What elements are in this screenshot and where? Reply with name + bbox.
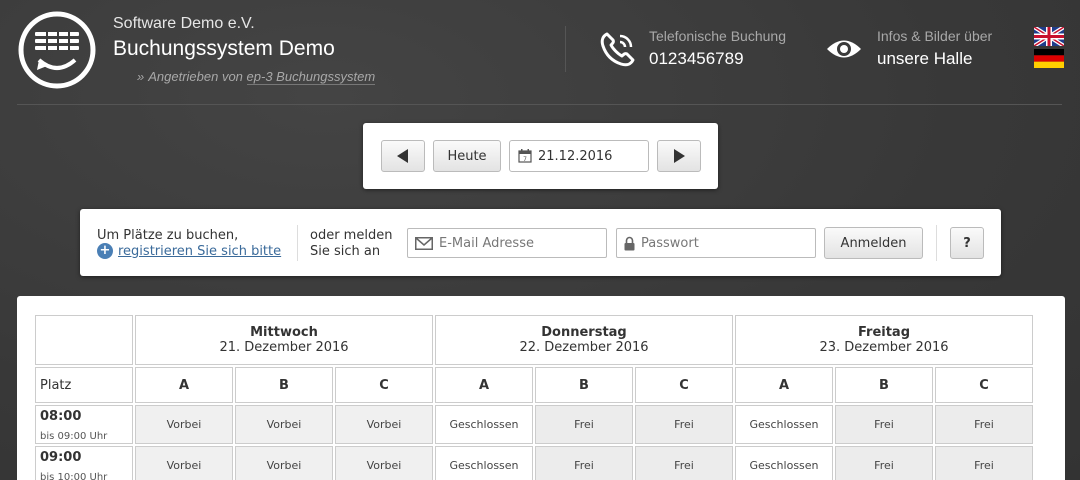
court-header: B bbox=[535, 367, 633, 403]
flag-en-icon[interactable] bbox=[1034, 27, 1064, 46]
info-value[interactable]: unsere Halle bbox=[877, 49, 972, 69]
date-field[interactable]: 7 21.12.2016 bbox=[509, 140, 649, 172]
day-name: Mittwoch bbox=[250, 325, 318, 340]
court-header: C bbox=[335, 367, 433, 403]
court-header: A bbox=[135, 367, 233, 403]
slot-cell: Vorbei bbox=[135, 405, 233, 444]
powered-by-link[interactable]: ep-3 Buchungssystem bbox=[246, 69, 376, 85]
phone-icon bbox=[600, 32, 635, 67]
slot-cell: Vorbei bbox=[235, 405, 333, 444]
login-divider-2 bbox=[936, 225, 937, 261]
day-header: Mittwoch 21. Dezember 2016 bbox=[135, 315, 433, 365]
slot-cell: Vorbei bbox=[335, 446, 433, 480]
slot-cell: Vorbei bbox=[335, 405, 433, 444]
org-name: Software Demo e.V. bbox=[113, 15, 255, 32]
booking-calendar: Mittwoch 21. Dezember 2016 Donnerstag 22… bbox=[33, 313, 1035, 480]
slot-cell[interactable]: Frei bbox=[535, 446, 633, 480]
lock-icon bbox=[624, 236, 635, 250]
triangle-left-icon bbox=[397, 149, 408, 163]
header-separator bbox=[17, 104, 1062, 105]
slot-cell: Geschlossen bbox=[735, 405, 833, 444]
time-cell: 08:00 bis 09:00 Uhr bbox=[35, 405, 133, 444]
phone-label: Telefonische Buchung bbox=[649, 28, 786, 44]
time-start: 09:00 bbox=[40, 450, 82, 465]
app-title: Buchungssystem Demo bbox=[113, 37, 335, 60]
slot-cell[interactable]: Frei bbox=[835, 446, 933, 480]
email-placeholder: E-Mail Adresse bbox=[439, 235, 534, 251]
court-header: A bbox=[435, 367, 533, 403]
password-placeholder: Passwort bbox=[641, 235, 699, 251]
today-button[interactable]: Heute bbox=[433, 140, 501, 172]
eye-icon[interactable] bbox=[825, 34, 863, 64]
time-end: bis 09:00 Uhr bbox=[40, 431, 108, 442]
logo-icon[interactable] bbox=[17, 10, 97, 90]
powered-by: » Angetrieben von ep-3 Buchungssystem bbox=[137, 69, 376, 85]
time-start: 08:00 bbox=[40, 409, 82, 424]
triangle-right-icon bbox=[674, 149, 685, 163]
time-end: bis 10:00 Uhr bbox=[40, 472, 108, 480]
register-link-label: registrieren Sie sich bitte bbox=[118, 243, 282, 259]
login-alt-text: oder melden Sie sich an bbox=[310, 228, 392, 260]
phone-number[interactable]: 0123456789 bbox=[649, 49, 744, 69]
table-row: 09:00 bis 10:00 Uhr Vorbei Vorbei Vorbei… bbox=[35, 446, 1033, 480]
login-alt-text-line2: Sie sich an bbox=[310, 244, 381, 259]
help-button[interactable]: ? bbox=[950, 227, 984, 259]
header-divider bbox=[565, 26, 566, 72]
day-date: 21. Dezember 2016 bbox=[219, 340, 349, 355]
slot-cell: Geschlossen bbox=[435, 446, 533, 480]
slot-cell: Vorbei bbox=[135, 446, 233, 480]
login-panel: Um Plätze zu buchen, + registrieren Sie … bbox=[80, 209, 1001, 276]
slot-cell: Vorbei bbox=[235, 446, 333, 480]
table-row: 08:00 bis 09:00 Uhr Vorbei Vorbei Vorbei… bbox=[35, 405, 1033, 444]
powered-prefix: » bbox=[137, 69, 145, 84]
day-name: Freitag bbox=[857, 325, 911, 340]
login-divider bbox=[297, 225, 298, 261]
svg-text:7: 7 bbox=[523, 156, 527, 163]
login-button[interactable]: Anmelden bbox=[824, 227, 923, 259]
previous-day-button[interactable] bbox=[381, 140, 425, 172]
court-header: A bbox=[735, 367, 833, 403]
email-field[interactable]: E-Mail Adresse bbox=[407, 228, 607, 258]
time-cell: 09:00 bis 10:00 Uhr bbox=[35, 446, 133, 480]
slot-cell[interactable]: Frei bbox=[935, 405, 1033, 444]
slot-cell[interactable]: Frei bbox=[635, 446, 733, 480]
day-header: Freitag 23. Dezember 2016 bbox=[735, 315, 1033, 365]
slot-cell[interactable]: Frei bbox=[535, 405, 633, 444]
court-header: B bbox=[835, 367, 933, 403]
password-field[interactable]: Passwort bbox=[616, 228, 816, 258]
day-name: Donnerstag bbox=[541, 325, 627, 340]
envelope-icon bbox=[415, 236, 433, 250]
day-date: 23. Dezember 2016 bbox=[819, 340, 949, 355]
flag-de-icon[interactable] bbox=[1034, 49, 1064, 68]
powered-text: Angetrieben von bbox=[148, 69, 243, 84]
platz-label: Platz bbox=[35, 367, 133, 403]
slot-cell[interactable]: Frei bbox=[835, 405, 933, 444]
next-day-button[interactable] bbox=[657, 140, 701, 172]
slot-cell[interactable]: Frei bbox=[935, 446, 1033, 480]
calendar-icon: 7 bbox=[518, 149, 532, 163]
corner-cell bbox=[35, 315, 133, 365]
slot-cell[interactable]: Frei bbox=[635, 405, 733, 444]
day-header: Donnerstag 22. Dezember 2016 bbox=[435, 315, 733, 365]
court-header: C bbox=[935, 367, 1033, 403]
plus-circle-icon: + bbox=[97, 243, 113, 259]
court-header: B bbox=[235, 367, 333, 403]
login-intro-text: Um Plätze zu buchen, bbox=[97, 228, 239, 243]
date-value: 21.12.2016 bbox=[538, 148, 613, 164]
register-link[interactable]: + registrieren Sie sich bitte bbox=[97, 243, 281, 259]
date-navigation: Heute 7 21.12.2016 bbox=[363, 123, 718, 189]
slot-cell: Geschlossen bbox=[735, 446, 833, 480]
court-header: C bbox=[635, 367, 733, 403]
calendar-panel: Mittwoch 21. Dezember 2016 Donnerstag 22… bbox=[17, 296, 1065, 480]
login-alt-text-line1: oder melden bbox=[310, 228, 393, 243]
slot-cell: Geschlossen bbox=[435, 405, 533, 444]
day-date: 22. Dezember 2016 bbox=[519, 340, 649, 355]
info-label[interactable]: Infos & Bilder über bbox=[877, 28, 992, 44]
